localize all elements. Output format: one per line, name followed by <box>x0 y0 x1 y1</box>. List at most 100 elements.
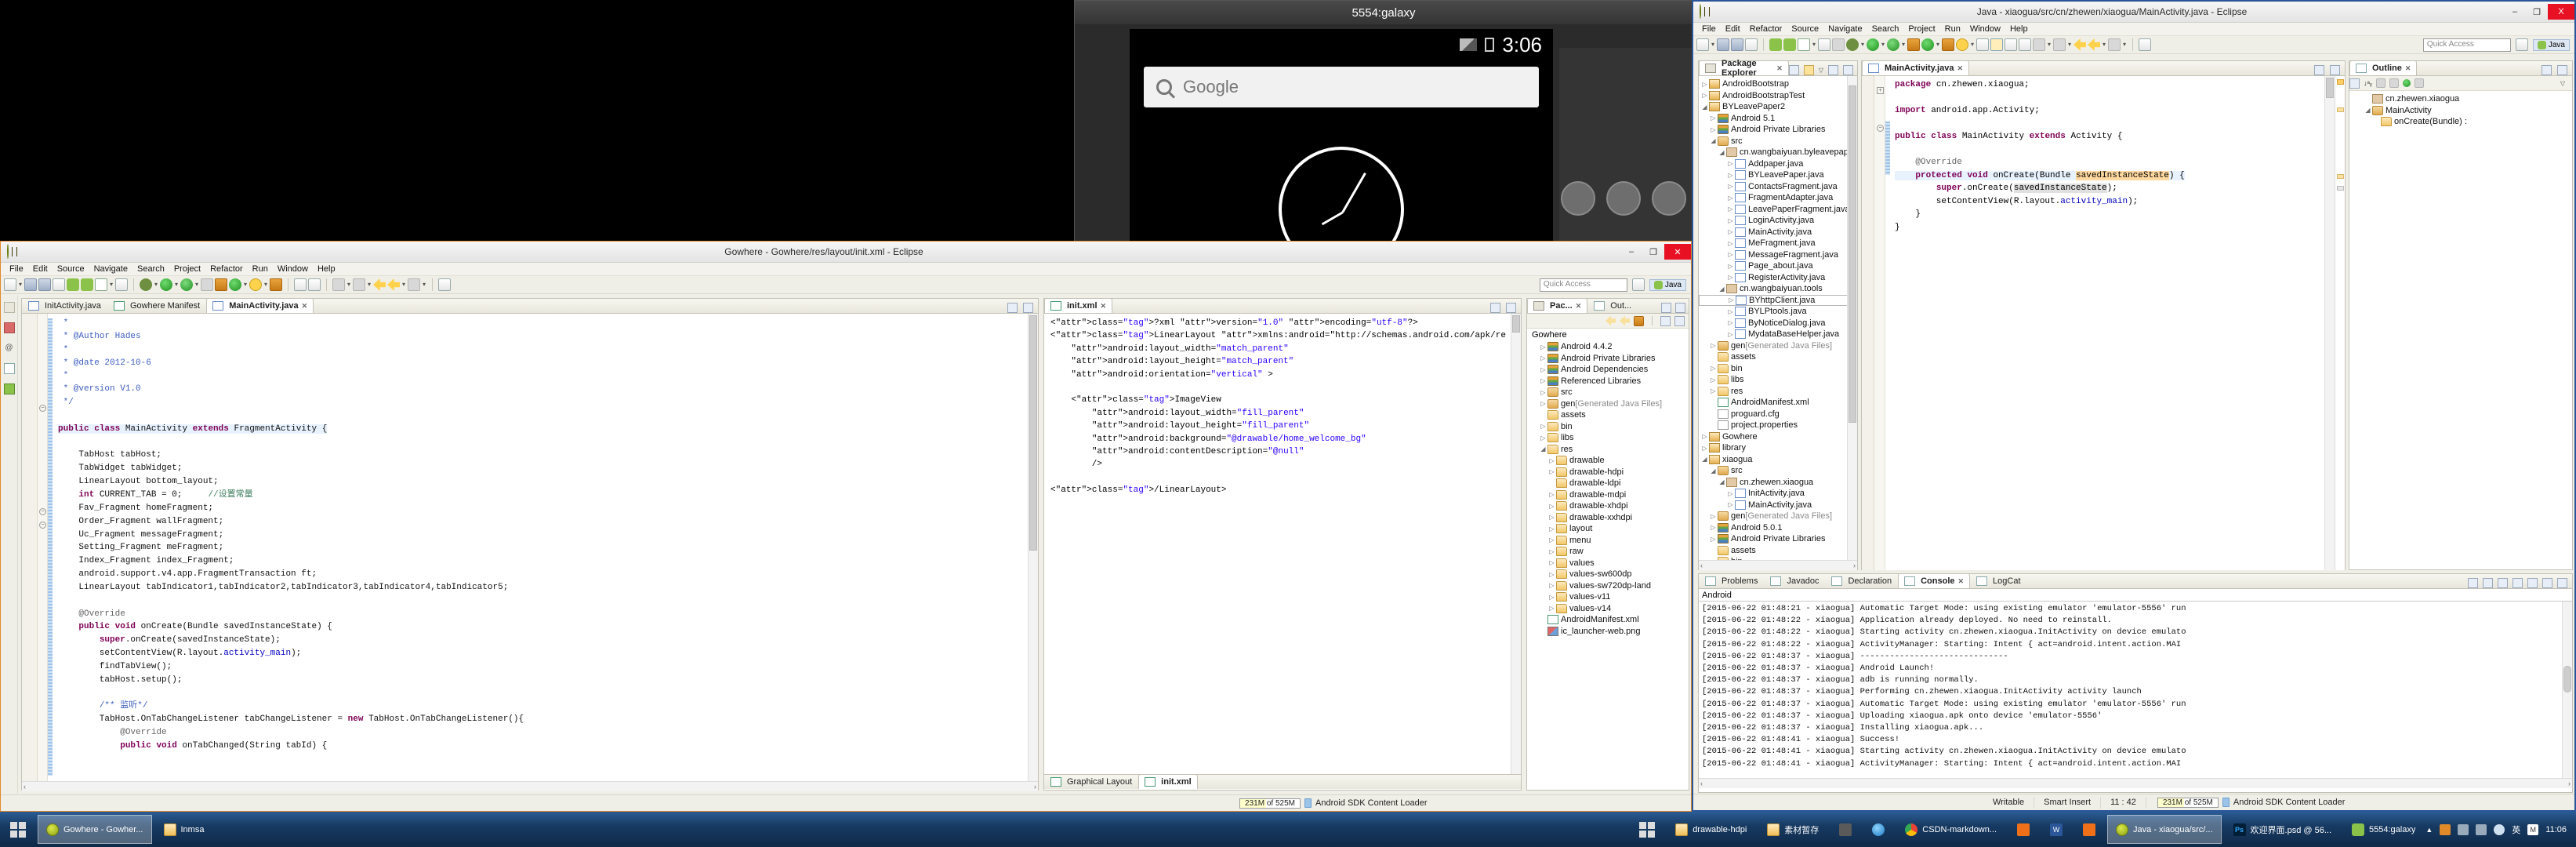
console-horizontal-scrollbar[interactable]: ‹ › <box>1699 778 2572 788</box>
build-dropdown-icon[interactable]: ▾ <box>1812 38 1816 51</box>
sort-icon[interactable]: ↓ᵃᵧ <box>2364 79 2372 87</box>
right-tree-area[interactable]: ▷ AndroidBootstrap ▷ AndroidBootstrapTest ◢ B… <box>1699 76 1857 570</box>
chevron-down-icon[interactable]: ◢ <box>1700 456 1709 463</box>
tree-node[interactable]: ▷ Android 5.1 <box>1699 113 1857 125</box>
chevron-right-icon[interactable]: ▷ <box>1547 525 1556 533</box>
maximize-view-icon[interactable] <box>1843 65 1853 75</box>
tree-node[interactable]: AndroidManifest.xml <box>1527 614 1689 626</box>
print-button[interactable] <box>1745 38 1758 51</box>
xml-editor-area[interactable]: <"attr">class="tag">?xml "attr">version=… <box>1044 314 1521 774</box>
chevron-right-icon[interactable]: ▷ <box>1539 354 1547 362</box>
tree-node[interactable]: ▷ libs <box>1527 432 1689 444</box>
maximize-button[interactable]: ❐ <box>2526 4 2548 20</box>
secondary-start-button[interactable] <box>1629 812 1665 847</box>
left-explorer-root[interactable]: Gowhere <box>1527 329 1689 340</box>
android-run-dropdown-icon[interactable]: ▾ <box>243 278 248 291</box>
android-run-icon[interactable] <box>229 278 241 291</box>
chevron-right-icon[interactable]: ▷ <box>1726 205 1735 213</box>
right-java-editor-area[interactable]: + − package cn.zhewen.xiaogua; import an… <box>1862 76 2345 570</box>
last-edit-icon[interactable] <box>408 278 420 291</box>
menu-item-help[interactable]: Help <box>2005 24 2033 35</box>
tree-node[interactable]: ▷ gen [Generated Java Files] <box>1699 340 1857 352</box>
chevron-down-icon[interactable]: ◢ <box>1718 478 1726 485</box>
taskbar-item-java---xiaog[interactable]: Java - xiaogua/src/... <box>2107 815 2222 844</box>
menu-item-project[interactable]: Project <box>1903 24 1939 35</box>
tree-node[interactable]: ▷ src <box>1527 387 1689 398</box>
tree-node[interactable]: ▷ Android 4.4.2 <box>1527 341 1689 353</box>
trash-icon[interactable] <box>1304 798 1312 808</box>
prev-annotation-dropdown-icon[interactable]: ▾ <box>2067 38 2072 51</box>
outline-tabstrip[interactable]: Outline ✕ <box>2349 60 2572 76</box>
taskbar-item[interactable] <box>2074 815 2104 844</box>
close-icon[interactable]: ✕ <box>1958 577 1965 586</box>
chevron-right-icon[interactable]: ▷ <box>1539 423 1547 430</box>
close-icon[interactable]: ✕ <box>1576 302 1582 311</box>
taskbar-item-----[interactable]: 素材暂存 <box>1758 815 1827 844</box>
chevron-right-icon[interactable]: ▷ <box>1726 319 1735 326</box>
tab-initactivity-java[interactable]: InitActivity.java <box>22 298 107 313</box>
avd-manager-icon[interactable] <box>1783 38 1796 51</box>
chevron-right-icon[interactable]: ▷ <box>1709 115 1718 122</box>
hide-fields-icon[interactable] <box>2375 78 2386 88</box>
avd-manager-icon[interactable] <box>81 278 93 291</box>
left-eclipse-menubar[interactable]: File Edit Source Navigate Search Project Refac… <box>1 263 1691 276</box>
editor-horizontal-scrollbar[interactable]: ‹ › <box>22 781 1038 791</box>
prev-annotation-dropdown-icon[interactable]: ▾ <box>367 278 372 291</box>
new-android-project-icon[interactable] <box>1818 38 1830 51</box>
run-coverage-icon[interactable] <box>180 278 193 291</box>
coverage-icon[interactable] <box>1887 38 1899 51</box>
menu-item-refactor[interactable]: Refactor <box>205 264 248 274</box>
chevron-right-icon[interactable]: ▷ <box>1547 536 1556 543</box>
tree-node[interactable]: project.properties <box>1699 420 1857 431</box>
chevron-right-icon[interactable]: ▷ <box>1709 126 1718 133</box>
minimize-view-icon[interactable] <box>2542 578 2552 588</box>
tree-node[interactable]: ◢ src <box>1699 136 1857 147</box>
tree-node[interactable]: ▷ drawable-mdpi <box>1527 489 1689 501</box>
menu-item-window[interactable]: Window <box>1965 24 2005 35</box>
menu-item-edit[interactable]: Edit <box>28 264 53 274</box>
link-with-editor-icon[interactable] <box>1803 65 1814 75</box>
menu-item-file[interactable]: File <box>5 264 28 274</box>
chevron-right-icon[interactable]: ▷ <box>1709 365 1718 372</box>
editor-folding-column[interactable]: + − <box>1874 76 1885 570</box>
chevron-down-icon[interactable]: ◢ <box>1700 104 1709 111</box>
chevron-right-icon[interactable]: ▷ <box>1547 594 1556 601</box>
tree-node[interactable]: ▷ MainActivity.java <box>1699 227 1857 238</box>
minimize-view-icon[interactable] <box>1007 303 1018 313</box>
tree-node[interactable]: ▷ drawable-xhdpi <box>1527 500 1689 512</box>
chevron-right-icon[interactable]: ▷ <box>1539 434 1547 442</box>
chevron-right-icon[interactable]: ▷ <box>1700 445 1709 452</box>
android-run-icon[interactable] <box>1921 38 1934 51</box>
collapse-all-icon[interactable] <box>1788 65 1799 75</box>
trash-icon[interactable] <box>2222 798 2230 807</box>
new-button[interactable] <box>1696 38 1709 51</box>
tree-node[interactable]: ▷ values <box>1527 558 1689 569</box>
chevron-right-icon[interactable]: ▷ <box>1726 501 1735 508</box>
open-task-icon[interactable] <box>308 278 321 291</box>
chevron-right-icon[interactable]: ▷ <box>1547 503 1556 510</box>
tree-node[interactable]: ▷ ByNoticeDialog.java <box>1699 318 1857 329</box>
chevron-right-icon[interactable]: ▷ <box>1726 490 1735 497</box>
tab-mainactivity-java[interactable]: MainActivity.java ✕ <box>206 298 314 313</box>
menu-item-navigate[interactable]: Navigate <box>1823 24 1867 35</box>
left-explorer-tabstrip[interactable]: Pac... ✕ Out... <box>1527 298 1689 314</box>
editor-vertical-scrollbar[interactable] <box>2324 76 2335 570</box>
quick-access-input[interactable]: Quick Access <box>1539 278 1627 292</box>
xml-bottom-tabstrip[interactable]: Graphical Layout init.xml <box>1044 774 1521 789</box>
left-memory-indicator[interactable]: 231M of 525M Android SDK Content Loader <box>1239 798 1427 809</box>
forward-dropdown-icon[interactable]: ▾ <box>401 278 406 291</box>
run-dropdown-icon[interactable]: ▾ <box>1881 38 1885 51</box>
perspective-java[interactable]: Java <box>2532 38 2570 51</box>
chevron-right-icon[interactable]: ▷ <box>1726 263 1735 270</box>
search-dropdown-icon[interactable]: ▾ <box>1970 38 1975 51</box>
android-run-dropdown-icon[interactable]: ▾ <box>1936 38 1940 51</box>
tree-node[interactable]: ▷ Android 5.0.1 <box>1699 522 1857 534</box>
left-package-explorer-pane[interactable]: Pac... ✕ Out... Gowhere ▷ Android 4.4.2 … <box>1526 298 1689 791</box>
open-task-icon[interactable] <box>1976 38 1989 51</box>
menu-item-run[interactable]: Run <box>1940 24 1965 35</box>
left-editor-tabstrip[interactable]: InitActivity.java Gowhere Manifest MainAct… <box>22 298 1038 314</box>
chevron-right-icon[interactable]: ▷ <box>1700 81 1709 88</box>
taskbar-item------psd---5[interactable]: Ps 欢迎界面.psd @ 56... <box>2225 815 2340 844</box>
tree-node[interactable]: assets <box>1699 351 1857 363</box>
chevron-right-icon[interactable]: ▷ <box>1726 240 1735 247</box>
